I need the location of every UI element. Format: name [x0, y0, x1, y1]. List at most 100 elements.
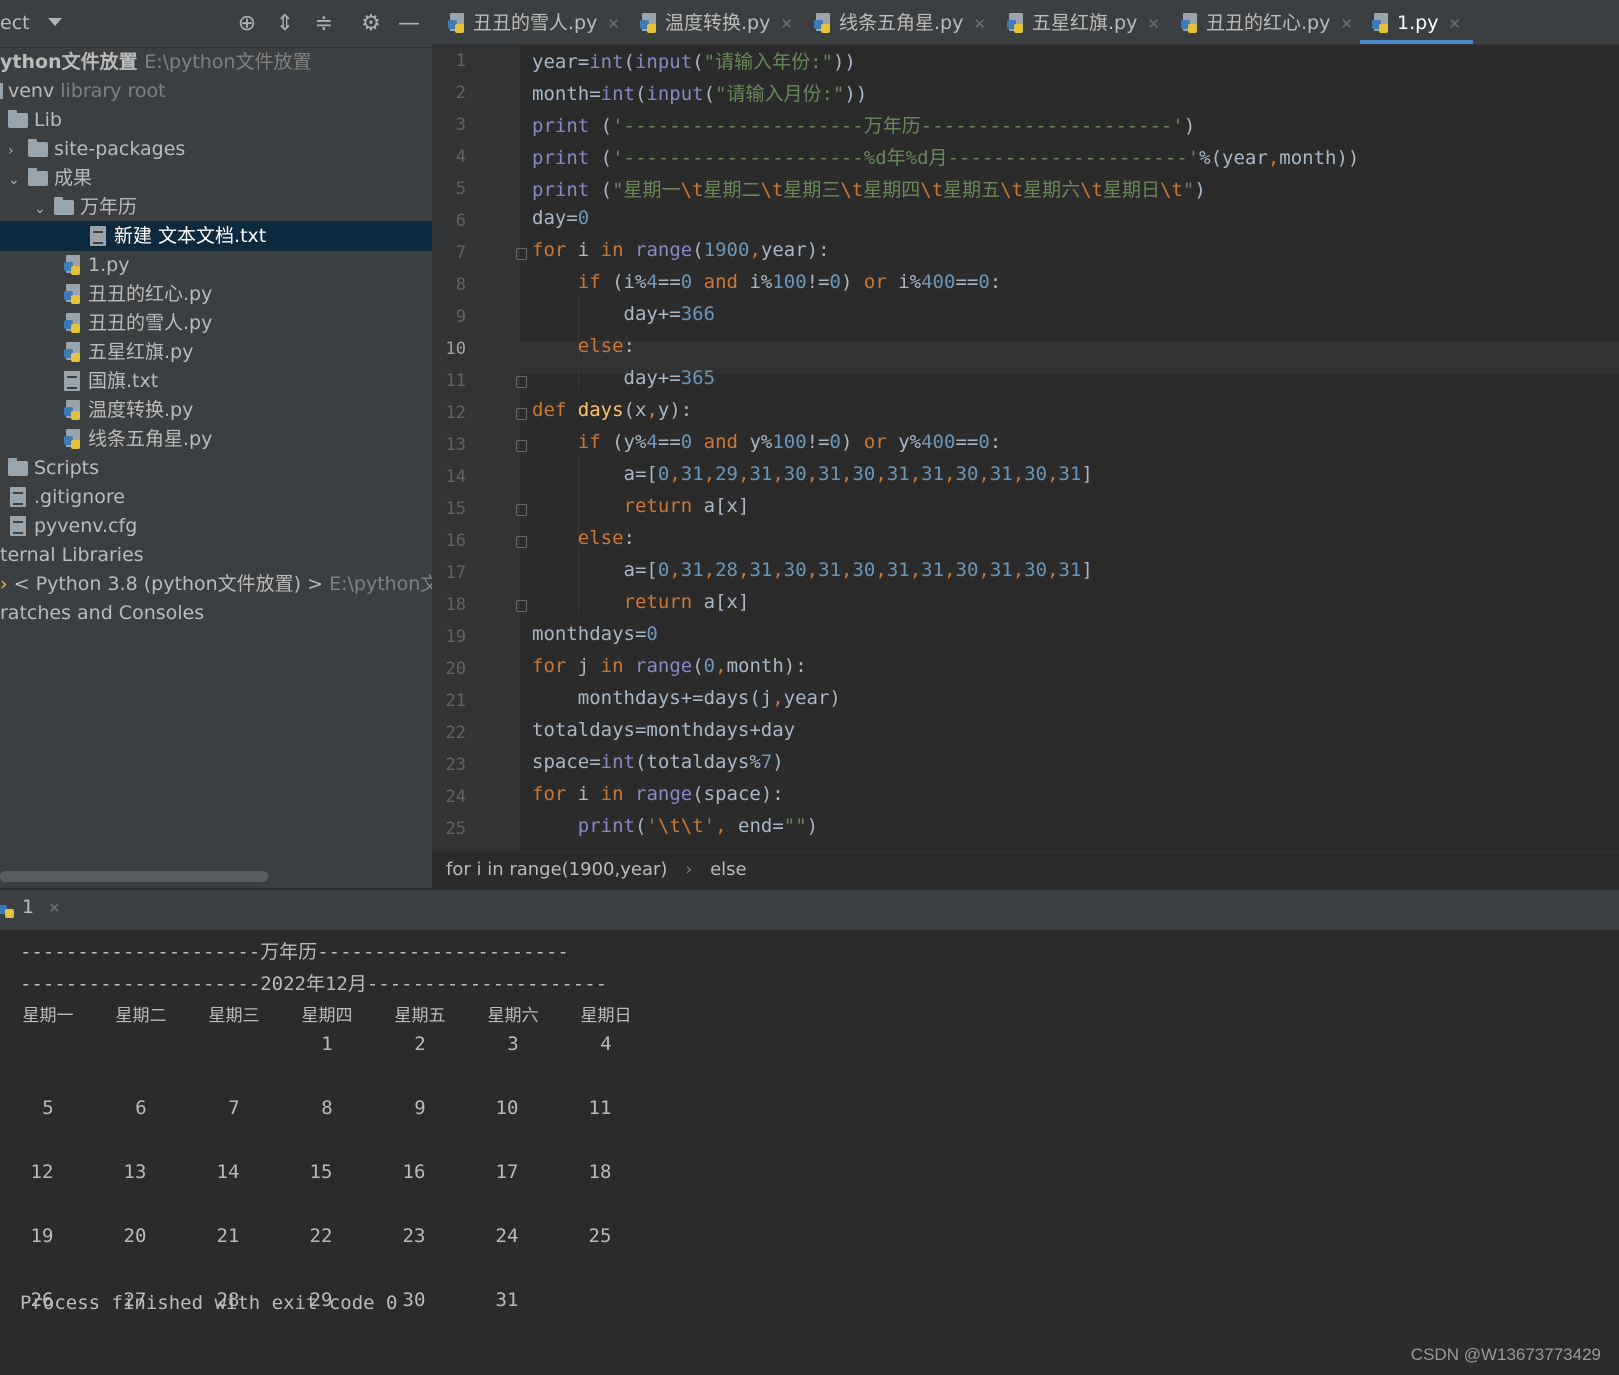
tab-xueren[interactable]: 丑丑的雪人.py ✕	[448, 0, 620, 44]
tree-item-hongqi[interactable]: 五星红旗.py	[64, 337, 432, 367]
tree-item-wannianli[interactable]: ⌄ 万年历	[34, 192, 432, 222]
code-line[interactable]: return a[x]	[532, 495, 750, 517]
tree-item-python-sdk[interactable]: › < Python 3.8 (python文件放置) > E:\python文…	[0, 569, 432, 599]
tree-item-hongxin[interactable]: 丑丑的红心.py	[64, 279, 432, 309]
fold-icon[interactable]	[516, 408, 527, 420]
tree-item-1-py[interactable]: 1.py	[64, 250, 432, 280]
python-file-icon	[640, 13, 658, 33]
project-title[interactable]: ect	[0, 12, 30, 34]
code-line[interactable]: def days(x,y):	[532, 399, 692, 421]
close-icon[interactable]: ✕	[780, 15, 793, 33]
tree-item-guoqi-txt[interactable]: 国旗.txt	[64, 366, 432, 396]
tab-hongxin[interactable]: 丑丑的红心.py ✕	[1181, 0, 1353, 44]
close-icon[interactable]: ✕	[48, 899, 61, 917]
console-header-title: ---------------------万年历----------------…	[20, 941, 569, 963]
line-number: 3	[455, 115, 466, 135]
fold-icon[interactable]	[516, 600, 527, 612]
chevron-down-icon[interactable]: ⌄	[8, 165, 22, 195]
code-line[interactable]: else:	[532, 335, 635, 357]
python-file-icon	[64, 429, 82, 449]
line-number: 2	[455, 83, 466, 103]
collapse-all-icon[interactable]: ≑	[311, 11, 337, 37]
tree-item-label: venv	[8, 80, 55, 102]
code-line[interactable]: a=[0,31,29,31,30,31,30,31,31,30,31,30,31…	[532, 463, 1093, 485]
code-line[interactable]: print ("星期一\t星期二\t星期三\t星期四\t星期五\t星期六\t星期…	[532, 175, 1206, 202]
code-line[interactable]: print('\t\t', end="")	[532, 815, 818, 837]
code-line[interactable]: if (i%4==0 and i%100!=0) or i%400==0:	[532, 271, 1001, 293]
tree-item-scratches[interactable]: ratches and Consoles	[0, 598, 432, 628]
line-number: 22	[445, 723, 466, 743]
line-number: 10	[445, 339, 466, 359]
minimize-icon[interactable]: —	[396, 11, 422, 37]
horizontal-scrollbar[interactable]	[0, 871, 268, 882]
fold-icon[interactable]	[516, 376, 527, 388]
tree-item-scripts[interactable]: Scripts	[8, 453, 432, 483]
tree-item-label: Scripts	[34, 457, 100, 479]
run-tab[interactable]: 1 ✕	[0, 896, 61, 918]
code-line[interactable]: month=int(input("请输入月份:"))	[532, 79, 867, 106]
code-line[interactable]: print ('---------------------%d年%d月-----…	[532, 143, 1359, 170]
tab-hongqi[interactable]: 五星红旗.py ✕	[1007, 0, 1160, 44]
tree-item-wendu[interactable]: 温度转换.py	[64, 395, 432, 425]
tree-item-root[interactable]: ython文件放置 E:\python文件放置	[0, 47, 432, 77]
breadcrumb-item[interactable]: for i in range(1900,year)	[446, 859, 667, 880]
line-number: 13	[445, 435, 466, 455]
close-icon[interactable]: ✕	[607, 15, 620, 33]
weekday-label: 星期四	[301, 1006, 353, 1026]
code-line[interactable]: monthdays+=days(j,year)	[532, 687, 841, 709]
code-line[interactable]: for i in range(space):	[532, 783, 784, 805]
python-file-icon	[64, 313, 82, 333]
tree-item-external-libraries[interactable]: ternal Libraries	[0, 540, 432, 570]
code-line[interactable]: for j in range(0,month):	[532, 655, 807, 677]
tree-item-chengguo[interactable]: ⌄ 成果	[8, 163, 432, 193]
run-console[interactable]: ---------------------万年历----------------…	[0, 930, 1619, 1375]
chevron-down-icon[interactable]	[48, 18, 62, 26]
code-line[interactable]: monthdays=0	[532, 623, 658, 645]
tab-label: 五星红旗.py	[1032, 12, 1138, 34]
close-icon[interactable]: ✕	[1448, 15, 1461, 33]
tree-item-lib[interactable]: Lib	[8, 105, 432, 135]
expand-all-icon[interactable]: ⇕	[272, 11, 298, 37]
code-line[interactable]: return a[x]	[532, 591, 750, 613]
fold-icon[interactable]	[516, 536, 527, 548]
calendar-day: 18	[588, 1161, 612, 1183]
tree-item-gitignore[interactable]: .gitignore	[10, 482, 432, 512]
locate-icon[interactable]: ⊕	[234, 11, 260, 37]
text-file-icon	[90, 226, 106, 246]
gear-icon[interactable]: ⚙	[358, 11, 384, 37]
tree-item-venv[interactable]: venv library root	[0, 76, 432, 106]
code-editor[interactable]: 1 2 3 4 5 6 7 8 9 10 11 12 13 14 15 16 17 18 19 20 21 22 23 24 2…	[432, 45, 1619, 851]
code-line[interactable]: a=[0,31,28,31,30,31,30,31,31,30,31,30,31…	[532, 559, 1093, 581]
fold-icon[interactable]	[516, 504, 527, 516]
tree-item-xueren[interactable]: 丑丑的雪人.py	[64, 308, 432, 338]
chevron-right-icon[interactable]: ›	[0, 573, 8, 595]
code-line[interactable]: day+=365	[532, 367, 716, 389]
tree-item-pyvenv-cfg[interactable]: pyvenv.cfg	[10, 511, 432, 541]
fold-icon[interactable]	[516, 248, 527, 260]
run-toolbar: 1 ✕	[0, 889, 1619, 931]
code-line[interactable]: day=0	[532, 207, 589, 229]
tree-item-site-packages[interactable]: › site-packages	[8, 134, 432, 164]
code-line[interactable]: space=int(totaldays%7)	[532, 751, 784, 773]
code-line[interactable]: totaldays=monthdays+day	[532, 719, 795, 741]
tab-wujiaoxing[interactable]: 线条五角星.py ✕	[814, 0, 986, 44]
breadcrumb-item[interactable]: else	[710, 859, 747, 880]
code-line[interactable]: for i in range(1900,year):	[532, 239, 830, 261]
close-icon[interactable]: ✕	[1340, 15, 1353, 33]
tree-item-wujiaoxing[interactable]: 线条五角星.py	[64, 424, 432, 454]
code-line[interactable]: print ('---------------------万年历--------…	[532, 111, 1195, 138]
close-icon[interactable]: ✕	[1147, 15, 1160, 33]
tab-1-py[interactable]: 1.py ✕	[1360, 0, 1474, 44]
folder-icon	[0, 83, 3, 99]
code-line[interactable]: day+=366	[532, 303, 716, 325]
close-icon[interactable]: ✕	[973, 15, 986, 33]
code-line[interactable]: if (y%4==0 and y%100!=0) or y%400==0:	[532, 431, 1001, 453]
code-line[interactable]: else:	[532, 527, 635, 549]
tab-wendu[interactable]: 温度转换.py ✕	[640, 0, 793, 44]
tree-item-label: 新建 文本文档.txt	[114, 225, 267, 247]
fold-icon[interactable]	[516, 440, 527, 452]
chevron-right-icon[interactable]: ›	[8, 136, 22, 166]
tree-item-new-text-doc[interactable]: 新建 文本文档.txt	[0, 221, 432, 251]
chevron-down-icon[interactable]: ⌄	[34, 194, 48, 224]
code-line[interactable]: year=int(input("请输入年份:"))	[532, 47, 856, 74]
